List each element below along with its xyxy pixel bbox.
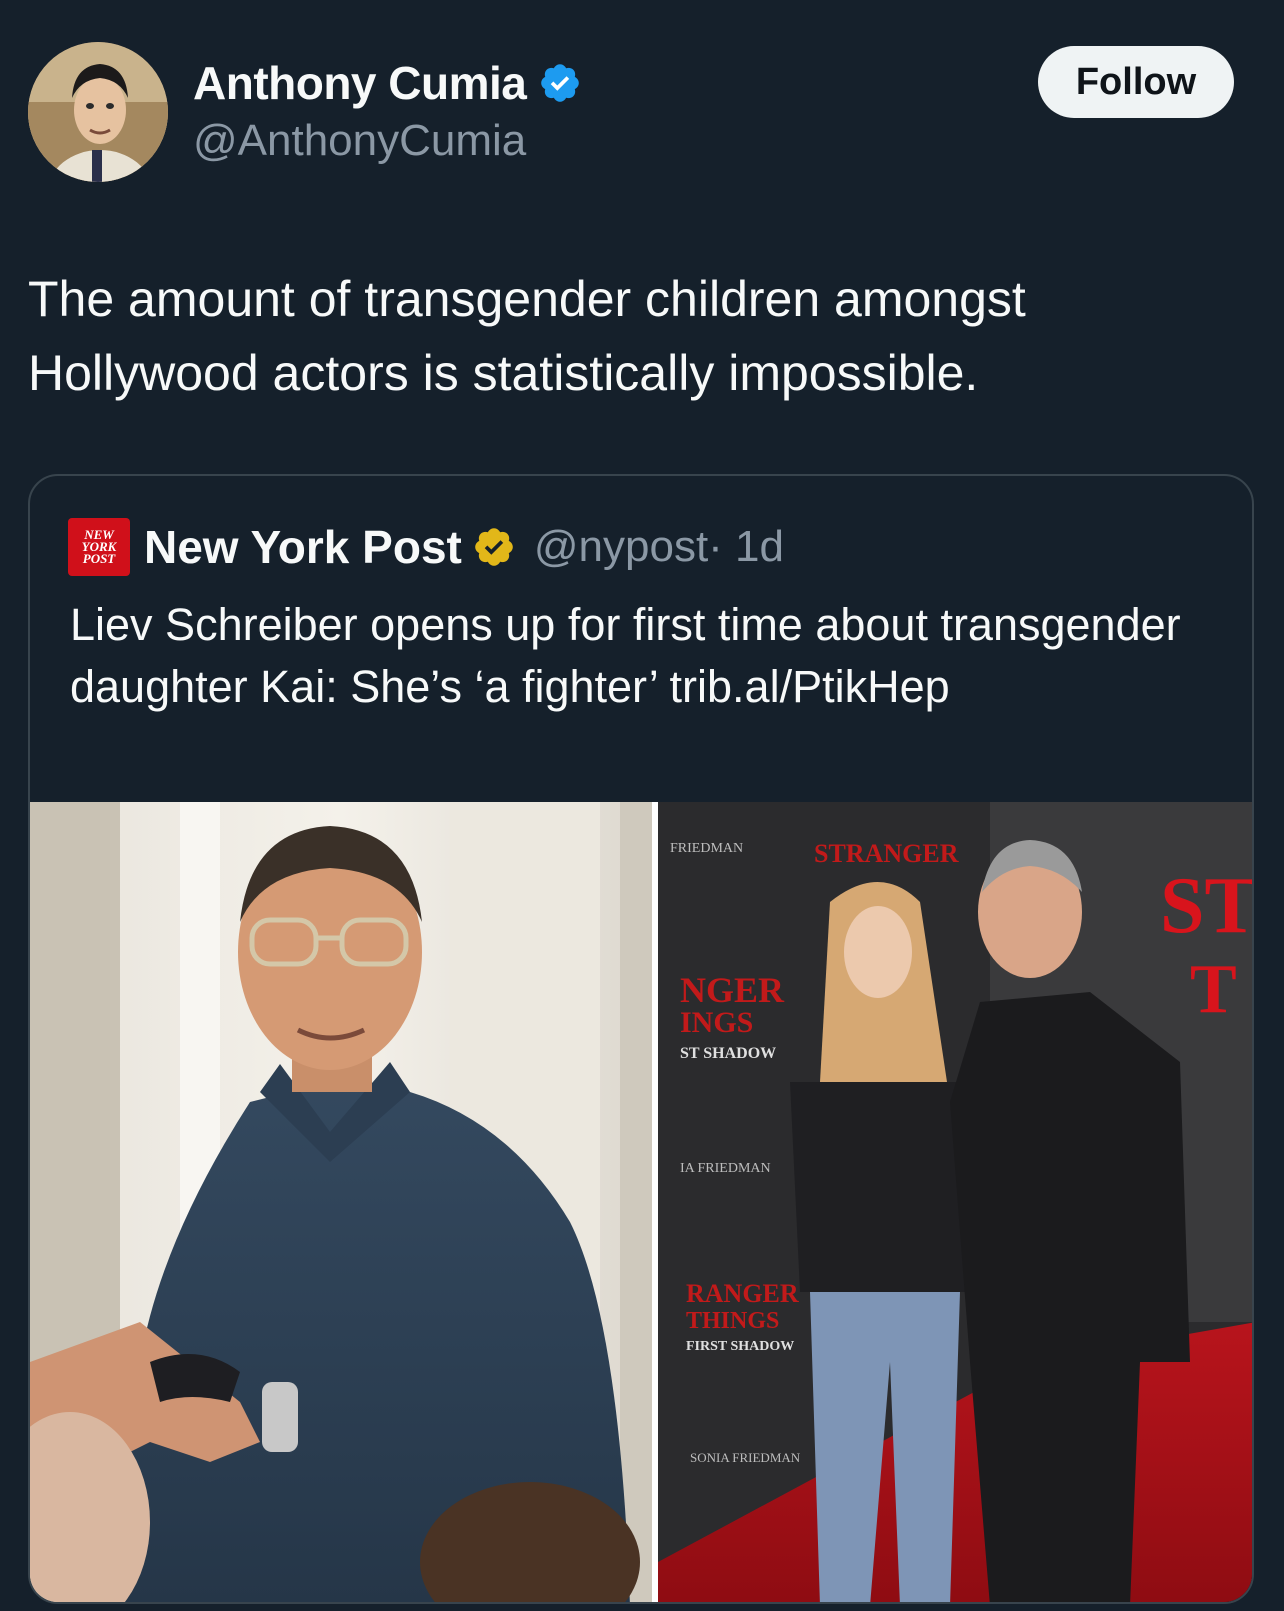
right-photo: FRIEDMAN STRANGER NGER INGS ST SHADOW IA…	[658, 802, 1254, 1602]
verified-badge-icon	[541, 64, 580, 102]
quote-author-handle[interactable]: @nypost	[534, 522, 708, 572]
backdrop-text: ST SHADOW	[680, 1045, 776, 1062]
backdrop-text: IA FRIEDMAN	[680, 1161, 771, 1176]
backdrop-text: T	[1190, 951, 1237, 1028]
author-name-row[interactable]: Anthony Cumia	[193, 56, 582, 110]
backdrop-text: ST	[1160, 862, 1254, 950]
backdrop-text: FIRST SHADOW	[686, 1339, 794, 1354]
backdrop-text: RANGER	[686, 1279, 799, 1308]
author-handle[interactable]: @AnthonyCumia	[193, 116, 526, 166]
backdrop-text: THINGS	[686, 1308, 779, 1334]
quote-text: Liev Schreiber opens up for first time a…	[70, 599, 1181, 712]
quote-timestamp[interactable]: · 1d	[708, 522, 784, 572]
media-photo-composite: FRIEDMAN STRANGER NGER INGS ST SHADOW IA…	[30, 802, 1254, 1602]
gold-verified-badge-icon	[475, 528, 513, 566]
backdrop-text: NGER	[680, 970, 785, 1010]
quote-author-name[interactable]: New York Post	[144, 520, 462, 574]
follow-button[interactable]: Follow	[1038, 46, 1234, 118]
quote-media-image[interactable]: FRIEDMAN STRANGER NGER INGS ST SHADOW IA…	[30, 802, 1254, 1602]
tweet-text: The amount of transgender children among…	[28, 271, 1026, 401]
quote-tweet-card[interactable]: NEW YORK POST New York Post @nypost · 1d…	[28, 474, 1254, 1604]
avatar-image	[28, 42, 168, 182]
backdrop-text: INGS	[680, 1006, 753, 1039]
logo-line: POST	[82, 551, 116, 566]
backdrop-text: FRIEDMAN	[670, 841, 743, 856]
nypost-logo[interactable]: NEW YORK POST	[68, 518, 130, 576]
quote-header: NEW YORK POST New York Post @nypost · 1d	[68, 518, 784, 576]
backdrop-text: STRANGER	[814, 839, 959, 868]
author-avatar[interactable]	[28, 42, 168, 182]
backdrop-text: SONIA FRIEDMAN	[690, 1450, 801, 1465]
left-photo	[30, 802, 652, 1602]
author-name[interactable]: Anthony Cumia	[193, 56, 527, 110]
